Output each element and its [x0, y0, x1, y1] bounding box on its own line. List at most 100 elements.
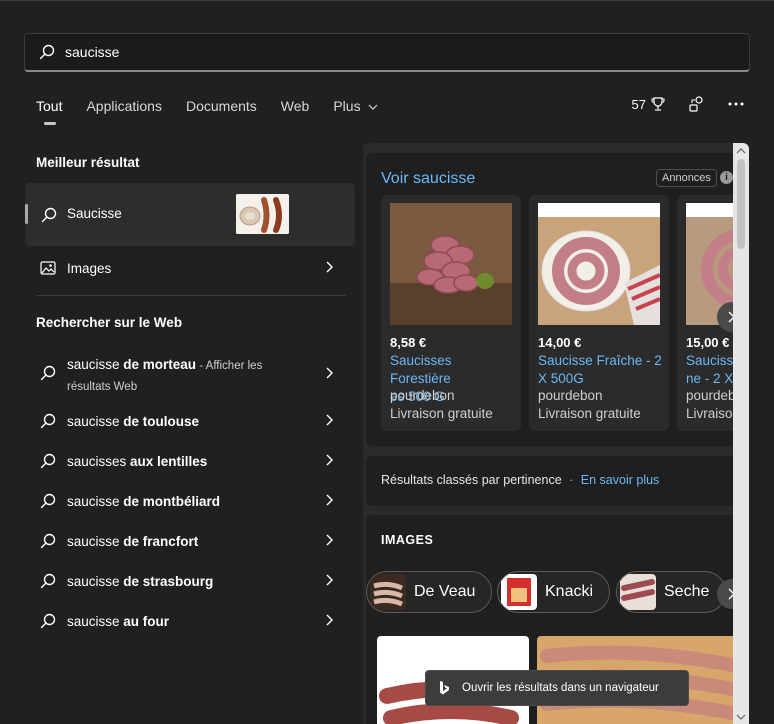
web-suggestion-text: saucisse de toulouse: [67, 414, 199, 429]
web-search-heading: Rechercher sur le Web: [36, 315, 183, 330]
web-suggestion-row[interactable]: saucisse de morteau - Afficher les résul…: [25, 352, 355, 394]
search-input[interactable]: [65, 44, 665, 60]
learn-more-link[interactable]: En savoir plus: [581, 473, 660, 487]
tab-more[interactable]: Plus: [333, 98, 378, 128]
chevron-right-icon: [326, 261, 333, 273]
product-name: Saucisse Fraîche - 2 X 500G: [538, 353, 662, 386]
bing-icon: [440, 681, 449, 695]
account-switch-icon[interactable]: [688, 96, 706, 112]
search-icon: [40, 453, 56, 469]
product-price: 14,00 €: [538, 335, 582, 350]
web-suggestion-row[interactable]: saucisse de francfort: [25, 521, 355, 561]
images-row-label: Images: [67, 260, 112, 276]
suggestion-subtext: résultats Web: [67, 381, 138, 393]
sausage-thumbnail: [236, 194, 289, 234]
info-icon[interactable]: i: [720, 171, 733, 184]
search-window: Tout Applications Documents Web Plus 57: [0, 0, 774, 724]
product-card[interactable]: 14,00 € Saucisse Fraîche - 2 X 500G pour…: [529, 195, 669, 431]
filter-tabs: Tout Applications Documents Web Plus: [36, 98, 402, 128]
search-icon: [41, 207, 57, 223]
chevron-right-icon: [326, 367, 333, 379]
suggestion-suffix: - Afficher les: [196, 360, 263, 372]
web-suggestion-text: saucisse de francfort: [67, 534, 198, 549]
product-card[interactable]: 8,58 € Saucisses Forestière es 500 G pou…: [381, 195, 521, 431]
best-match-label: Saucisse: [67, 206, 122, 221]
chevron-right-icon: [326, 614, 333, 626]
chip-thumbnail: [620, 574, 656, 610]
suggestion-bold: de morteau: [123, 357, 197, 372]
web-suggestion-text: saucisse de strasbourg: [67, 574, 213, 589]
rewards-count: 57: [631, 96, 646, 112]
chevron-right-icon: [326, 414, 333, 426]
chevron-right-icon: [326, 574, 333, 586]
chip-label: De Veau: [414, 583, 476, 600]
suggestion-prefix: saucisses: [67, 453, 131, 469]
open-in-browser-button[interactable]: Ouvrir les résultats dans un navigateur: [425, 670, 689, 706]
image-filter-chip[interactable]: De Veau: [366, 571, 493, 613]
open-in-browser-label: Ouvrir les résultats dans un navigateur: [462, 682, 659, 694]
suggestion-bold: de strasbourg: [123, 573, 214, 589]
web-suggestion-text: saucisse au four: [67, 614, 169, 629]
scroll-up-icon[interactable]: [733, 145, 749, 157]
search-icon: [40, 573, 56, 589]
product-seller: pourdebon: [538, 388, 603, 403]
product-price: 15,00 €: [686, 335, 730, 350]
results-preview-panel: Voir saucisse Annonces i 8,58 € Saucisse…: [363, 143, 749, 724]
ranking-separator: ·: [569, 473, 574, 487]
suggestion-bold: aux lentilles: [130, 453, 208, 469]
web-suggestion-row[interactable]: saucisse de montbéliard: [25, 481, 355, 521]
chip-label: Knacki: [545, 583, 594, 600]
web-suggestion-row[interactable]: saucisses aux lentilles: [25, 441, 355, 481]
images-heading: IMAGES: [381, 533, 434, 547]
shopping-card: Voir saucisse Annonces i 8,58 € Saucisse…: [366, 153, 749, 446]
suggestion-prefix: saucisse: [67, 357, 124, 372]
shopping-title[interactable]: Voir saucisse: [381, 170, 475, 188]
suggestion-prefix: saucisse: [67, 533, 124, 549]
web-suggestion-text: saucisses aux lentilles: [67, 454, 207, 469]
suggestion-bold: de toulouse: [123, 413, 200, 429]
chevron-right-icon: [326, 534, 333, 546]
web-suggestion-row[interactable]: saucisse de strasbourg: [25, 561, 355, 601]
panel-scrollbar[interactable]: [733, 143, 749, 724]
chip-label: Seche: [664, 583, 710, 600]
product-shipping: Livraison gratuite: [390, 406, 493, 421]
search-icon: [40, 413, 56, 429]
chip-thumbnail: [501, 574, 537, 610]
tab-documents[interactable]: Documents: [186, 98, 257, 128]
toolbar: 57: [632, 96, 744, 112]
more-options-icon[interactable]: [728, 102, 744, 106]
web-suggestion-text: saucisse de montbéliard: [67, 494, 220, 509]
trophy-icon[interactable]: [650, 96, 666, 112]
product-image: [390, 203, 512, 325]
best-match-item[interactable]: Saucisse: [25, 183, 355, 246]
images-row[interactable]: Images: [25, 248, 355, 288]
product-seller: pourdebon: [390, 388, 455, 403]
suggestion-prefix: saucisse: [67, 613, 124, 629]
tab-applications[interactable]: Applications: [86, 98, 162, 128]
web-suggestion-text: saucisse de morteau - Afficher les résul…: [67, 355, 262, 397]
suggestion-prefix: saucisse: [67, 493, 124, 509]
web-suggestion-row[interactable]: saucisse au four: [25, 601, 355, 641]
search-bar[interactable]: [24, 33, 750, 72]
chip-thumbnail: [370, 574, 406, 610]
suggestion-bold: de montbéliard: [123, 493, 221, 509]
selection-indicator: [25, 204, 28, 224]
suggestion-bold: de francfort: [123, 533, 199, 549]
suggestion-prefix: saucisse: [67, 413, 124, 429]
image-filter-chip[interactable]: Seche: [616, 571, 727, 613]
web-suggestion-row[interactable]: saucisse de toulouse: [25, 401, 355, 441]
tab-web[interactable]: Web: [281, 98, 310, 128]
search-icon: [40, 533, 56, 549]
product-price: 8,58 €: [390, 335, 427, 350]
search-icon: [40, 365, 56, 381]
chevron-right-icon: [326, 454, 333, 466]
search-icon: [39, 44, 55, 60]
scroll-down-icon[interactable]: [733, 711, 749, 723]
image-filter-chip[interactable]: Knacki: [497, 571, 611, 613]
tab-all[interactable]: Tout: [36, 98, 62, 128]
suggestion-bold: au four: [123, 613, 170, 629]
scrollbar-thumb[interactable]: [737, 159, 745, 249]
search-icon: [40, 613, 56, 629]
best-match-heading: Meilleur résultat: [36, 155, 140, 170]
product-shipping: Livraison gratuite: [538, 406, 641, 421]
